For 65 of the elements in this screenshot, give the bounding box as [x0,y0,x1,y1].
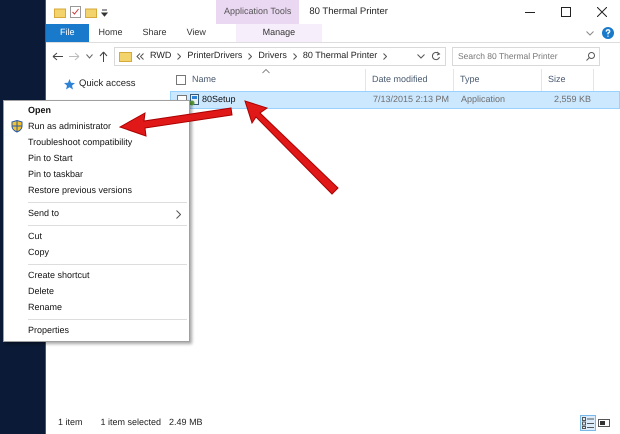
expand-ribbon-icon[interactable] [586,30,594,36]
ribbon-tab[interactable]: Manage [236,24,322,42]
large-icons-icon [598,417,610,429]
breadcrumb[interactable]: RWD [148,49,174,63]
star-icon [64,78,75,90]
maximize-icon[interactable] [561,7,571,17]
column-header[interactable]: Size [548,73,566,87]
menu-item[interactable]: Restore previous versions [4,183,189,199]
menu-item[interactable]: Send to [4,206,189,222]
menu-item[interactable]: Copy [4,245,189,261]
caret-icon[interactable] [86,54,93,58]
properties-icon[interactable] [70,6,81,18]
close-icon[interactable] [597,7,607,17]
refresh-icon[interactable] [431,51,441,61]
application-icon [189,94,200,106]
window-title: 80 Thermal Printer [308,4,389,19]
ribbon-tab[interactable]: File [46,24,89,42]
menu-item[interactable]: Properties [4,323,189,339]
details-view-button[interactable] [580,415,596,431]
ribbon-tab[interactable]: View [176,24,216,42]
overflow-icon[interactable] [136,52,144,60]
file-name: 80Setup [202,93,236,106]
status-text: 2.49 MB [169,416,203,430]
sort-icon [262,69,270,74]
table-cell-text: 7/13/2015 2:13 PM [372,93,450,106]
search-icon [586,52,595,60]
chevron-icon[interactable] [383,52,388,60]
up-icon[interactable] [99,50,108,62]
status-text: 1 item selected [100,416,162,430]
nav-item[interactable]: Quick access [79,77,136,92]
column-header[interactable]: Date modified [372,73,428,87]
breadcrumb[interactable]: PrinterDrivers [185,49,244,63]
submenu-icon [176,210,181,218]
context-tab-group-label: Application Tools [216,0,300,24]
column-header[interactable]: Name [192,73,216,87]
select-all-checkbox[interactable] [176,75,186,85]
menu-item[interactable]: Delete [4,284,189,300]
menu-item[interactable]: Cut [4,229,189,245]
chevron-icon[interactable] [248,52,252,60]
search-field[interactable]: Search 80 Thermal Printer [452,46,600,66]
back-icon[interactable] [52,52,63,60]
table-cell-text: Application [460,93,506,106]
ribbon-tab[interactable]: Home [88,24,133,42]
details-icon [582,417,594,429]
column-header[interactable]: Type [460,73,480,87]
shield-icon [11,120,23,133]
chevron-icon[interactable] [292,52,297,60]
menu-item[interactable]: Run as administrator [4,119,189,135]
dropdown-icon[interactable] [101,8,108,16]
dropdown-icon[interactable] [417,54,425,58]
status-text: 1 item [58,416,83,430]
menu-item[interactable]: Troubleshoot compatibility [4,135,189,151]
menu-item[interactable]: Create shortcut [4,268,189,284]
breadcrumb[interactable]: Drivers [256,49,289,63]
file-row[interactable]: 80Setup 7/13/2015 2:13 PM Application 2,559 KB [170,91,620,109]
folder-icon [119,50,132,62]
menu-item[interactable]: Pin to taskbar [4,167,189,183]
breadcrumb[interactable]: 80 Thermal Printer [300,49,380,63]
menu-item[interactable]: Pin to Start [4,151,189,167]
table-cell-text: 2,559 KB [552,93,592,106]
menu-item[interactable]: Rename [4,300,189,316]
address-bar[interactable]: RWD PrinterDrivers Drivers 80 Thermal Printer [114,46,446,66]
help-icon[interactable] [602,27,614,39]
ribbon-tab[interactable]: Share [132,24,177,42]
chevron-icon[interactable] [177,52,182,60]
